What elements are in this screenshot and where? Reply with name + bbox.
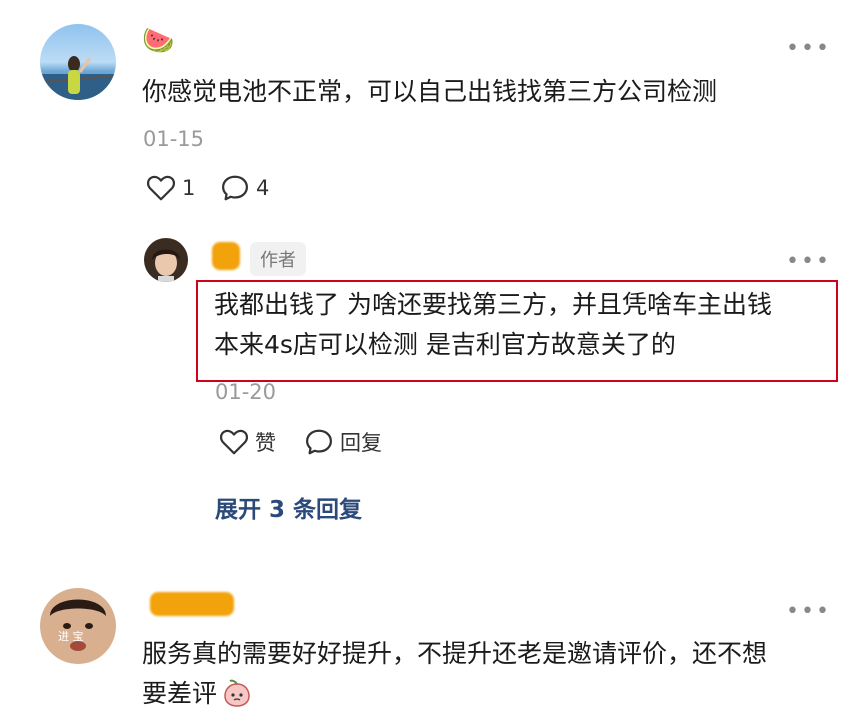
reply-count: 4 xyxy=(256,176,270,200)
more-options-icon-comment2[interactable]: ••• xyxy=(786,601,831,623)
comment2-text-line1: 服务真的需要好好提升，不提升还老是邀请评价，还不想 xyxy=(142,639,768,668)
child-photo-icon xyxy=(50,599,106,651)
redacted-username[interactable] xyxy=(150,592,234,616)
reply-date: 01-20 xyxy=(215,380,277,404)
reply-label: 回复 xyxy=(340,431,382,455)
author-badge: 作者 xyxy=(250,242,306,276)
like-label: 赞 xyxy=(255,431,276,455)
redacted-username[interactable] xyxy=(212,242,240,270)
like-count: 1 xyxy=(182,176,196,200)
more-options-icon-reply[interactable]: ••• xyxy=(786,251,831,273)
reply-text-line1: 我都出钱了 为啥还要找第三方，并且凭啥车主出钱 xyxy=(214,290,772,319)
expand-replies-link[interactable]: 展开 3 条回复 xyxy=(215,490,362,524)
heart-icon xyxy=(219,429,249,455)
comment-date: 01-15 xyxy=(143,127,205,151)
comment-bubble-icon xyxy=(222,175,248,201)
like-button[interactable]: 1 xyxy=(146,174,195,202)
reply-button[interactable]: 回复 xyxy=(304,427,382,457)
more-options-icon[interactable]: ••• xyxy=(786,38,831,60)
avatar-author[interactable] xyxy=(144,238,188,282)
reply-count-button[interactable]: 4 xyxy=(220,174,269,202)
comment2-text-line2: 要差评 xyxy=(142,679,218,708)
person-photo-icon xyxy=(40,56,116,100)
like-button-reply[interactable]: 赞 xyxy=(219,427,276,457)
avatar-caption: 进 宝 xyxy=(58,630,84,643)
avatar-user1[interactable] xyxy=(40,24,116,100)
author-photo-icon xyxy=(152,249,180,282)
comment-text: 你感觉电池不正常，可以自己出钱找第三方公司检测 xyxy=(142,77,718,106)
username-emoji[interactable]: 🍉 xyxy=(142,26,174,56)
comment-bubble-icon xyxy=(306,429,332,455)
heart-icon xyxy=(146,175,176,201)
avatar-user2[interactable]: 进 宝 xyxy=(40,588,116,664)
reply-text-line2: 本来4s店可以检测 是吉利官方故意关了的 xyxy=(214,330,676,359)
